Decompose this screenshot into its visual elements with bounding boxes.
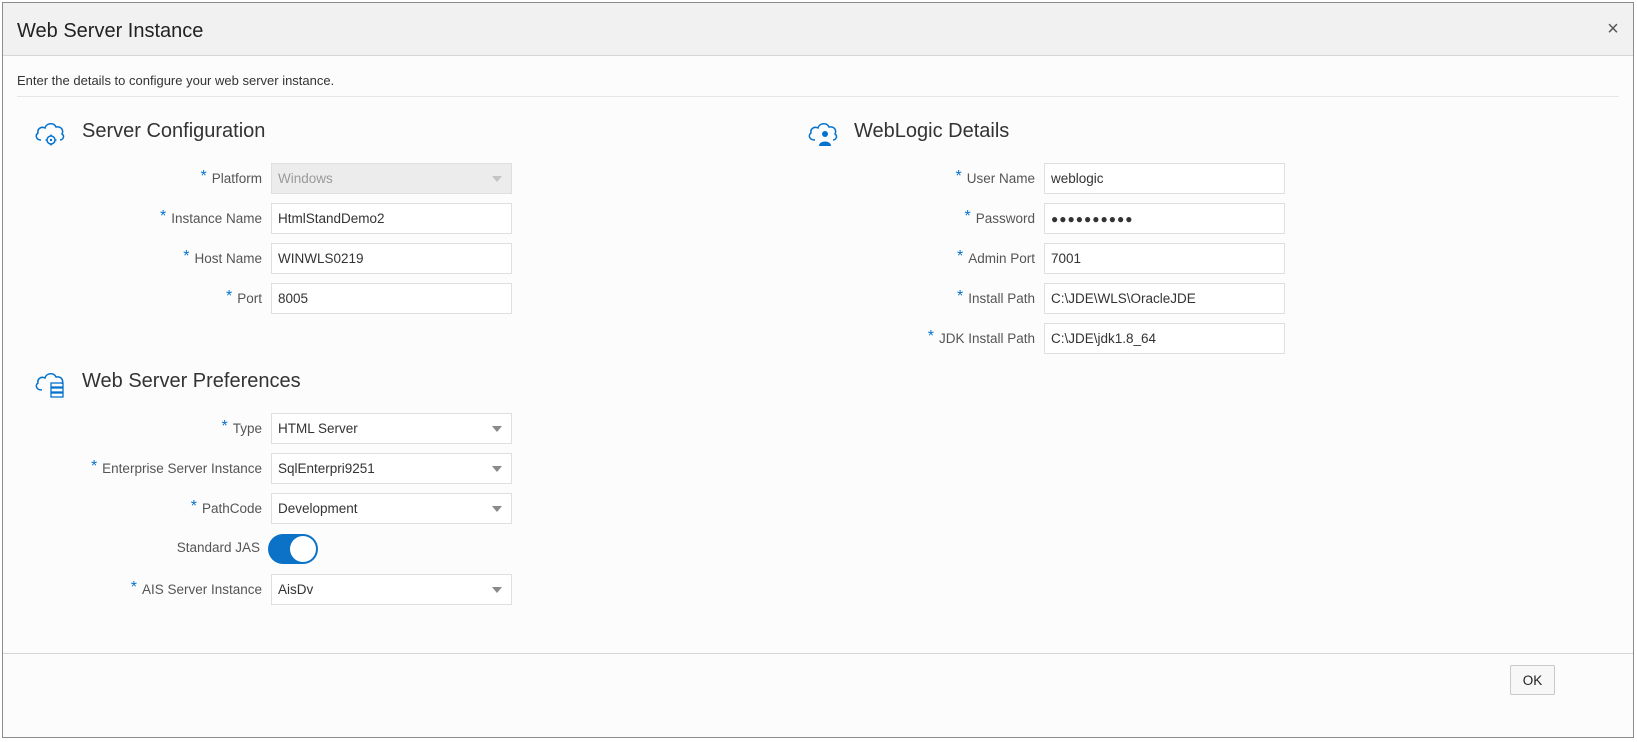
password-input[interactable]: ●●●●●●●●●●	[1044, 203, 1285, 234]
instance-name-input[interactable]: HtmlStandDemo2	[271, 203, 512, 234]
instructions-divider	[17, 96, 1619, 97]
footer-divider	[3, 653, 1633, 654]
required-marker: *	[221, 418, 228, 435]
required-marker: *	[183, 248, 190, 265]
chevron-down-icon	[492, 466, 502, 472]
install-path-label: * Install Path	[956, 288, 1035, 306]
password-mask: ●●●●●●●●●●	[1051, 212, 1134, 226]
chevron-down-icon	[492, 426, 502, 432]
required-marker: *	[927, 328, 934, 345]
required-marker: *	[964, 208, 971, 225]
web-server-instance-dialog: Web Server Instance × Enter the details …	[2, 2, 1634, 738]
jdk-install-path-input[interactable]: C:\JDE\jdk1.8_64	[1044, 323, 1285, 354]
standard-jas-toggle[interactable]	[268, 534, 318, 564]
admin-port-label: * Admin Port	[956, 248, 1035, 266]
pathcode-label: * PathCode	[190, 498, 262, 516]
dialog-header: Web Server Instance ×	[3, 3, 1633, 56]
admin-port-input[interactable]: 7001	[1044, 243, 1285, 274]
type-select[interactable]: HTML Server	[271, 413, 512, 444]
standard-jas-label: Standard JAS	[176, 540, 260, 555]
weblogic-details-title: WebLogic Details	[854, 120, 1010, 142]
host-name-label: * Host Name	[183, 248, 262, 266]
type-label: * Type	[221, 418, 262, 436]
ais-server-instance-select[interactable]: AisDv	[271, 574, 512, 605]
user-name-label: * User Name	[955, 168, 1036, 186]
cloud-gear-icon	[35, 123, 65, 146]
ok-button[interactable]: OK	[1510, 665, 1555, 695]
platform-label: * Platform	[200, 168, 263, 186]
required-marker: *	[190, 498, 197, 515]
chevron-down-icon	[492, 176, 502, 182]
enterprise-server-instance-label: * Enterprise Server Instance	[90, 458, 262, 476]
required-marker: *	[130, 579, 137, 596]
required-marker: *	[956, 288, 964, 305]
enterprise-server-instance-select[interactable]: SqlEnterpri9251	[271, 453, 512, 484]
instance-name-label: * Instance Name	[159, 208, 262, 226]
required-marker: *	[226, 288, 233, 305]
jdk-install-path-label: * JDK Install Path	[927, 328, 1035, 346]
web-server-preferences-title: Web Server Preferences	[82, 370, 301, 392]
pathcode-select[interactable]: Development	[271, 493, 512, 524]
host-name-input[interactable]: WINWLS0219	[271, 243, 512, 274]
platform-select[interactable]: Windows	[271, 163, 512, 194]
close-icon[interactable]: ×	[1603, 19, 1623, 39]
password-label: * Password	[964, 208, 1035, 226]
install-path-input[interactable]: C:\JDE\WLS\OracleJDE	[1044, 283, 1285, 314]
cloud-server-icon	[35, 373, 64, 398]
server-configuration-title: Server Configuration	[82, 120, 266, 142]
required-marker: *	[90, 458, 98, 475]
required-marker: *	[955, 168, 962, 185]
port-input[interactable]: 8005	[271, 283, 512, 314]
toggle-knob	[290, 536, 316, 562]
instructions-text: Enter the details to configure your web …	[17, 73, 335, 88]
required-marker: *	[159, 208, 167, 225]
chevron-down-icon	[492, 587, 502, 593]
chevron-down-icon	[492, 506, 502, 512]
dialog-title: Web Server Instance	[17, 20, 204, 42]
ais-server-instance-label: * AIS Server Instance	[130, 579, 262, 597]
cloud-user-icon	[808, 123, 838, 146]
port-label: * Port	[226, 288, 262, 306]
user-name-input[interactable]: weblogic	[1044, 163, 1285, 194]
required-marker: *	[956, 248, 964, 265]
required-marker: *	[200, 168, 207, 185]
